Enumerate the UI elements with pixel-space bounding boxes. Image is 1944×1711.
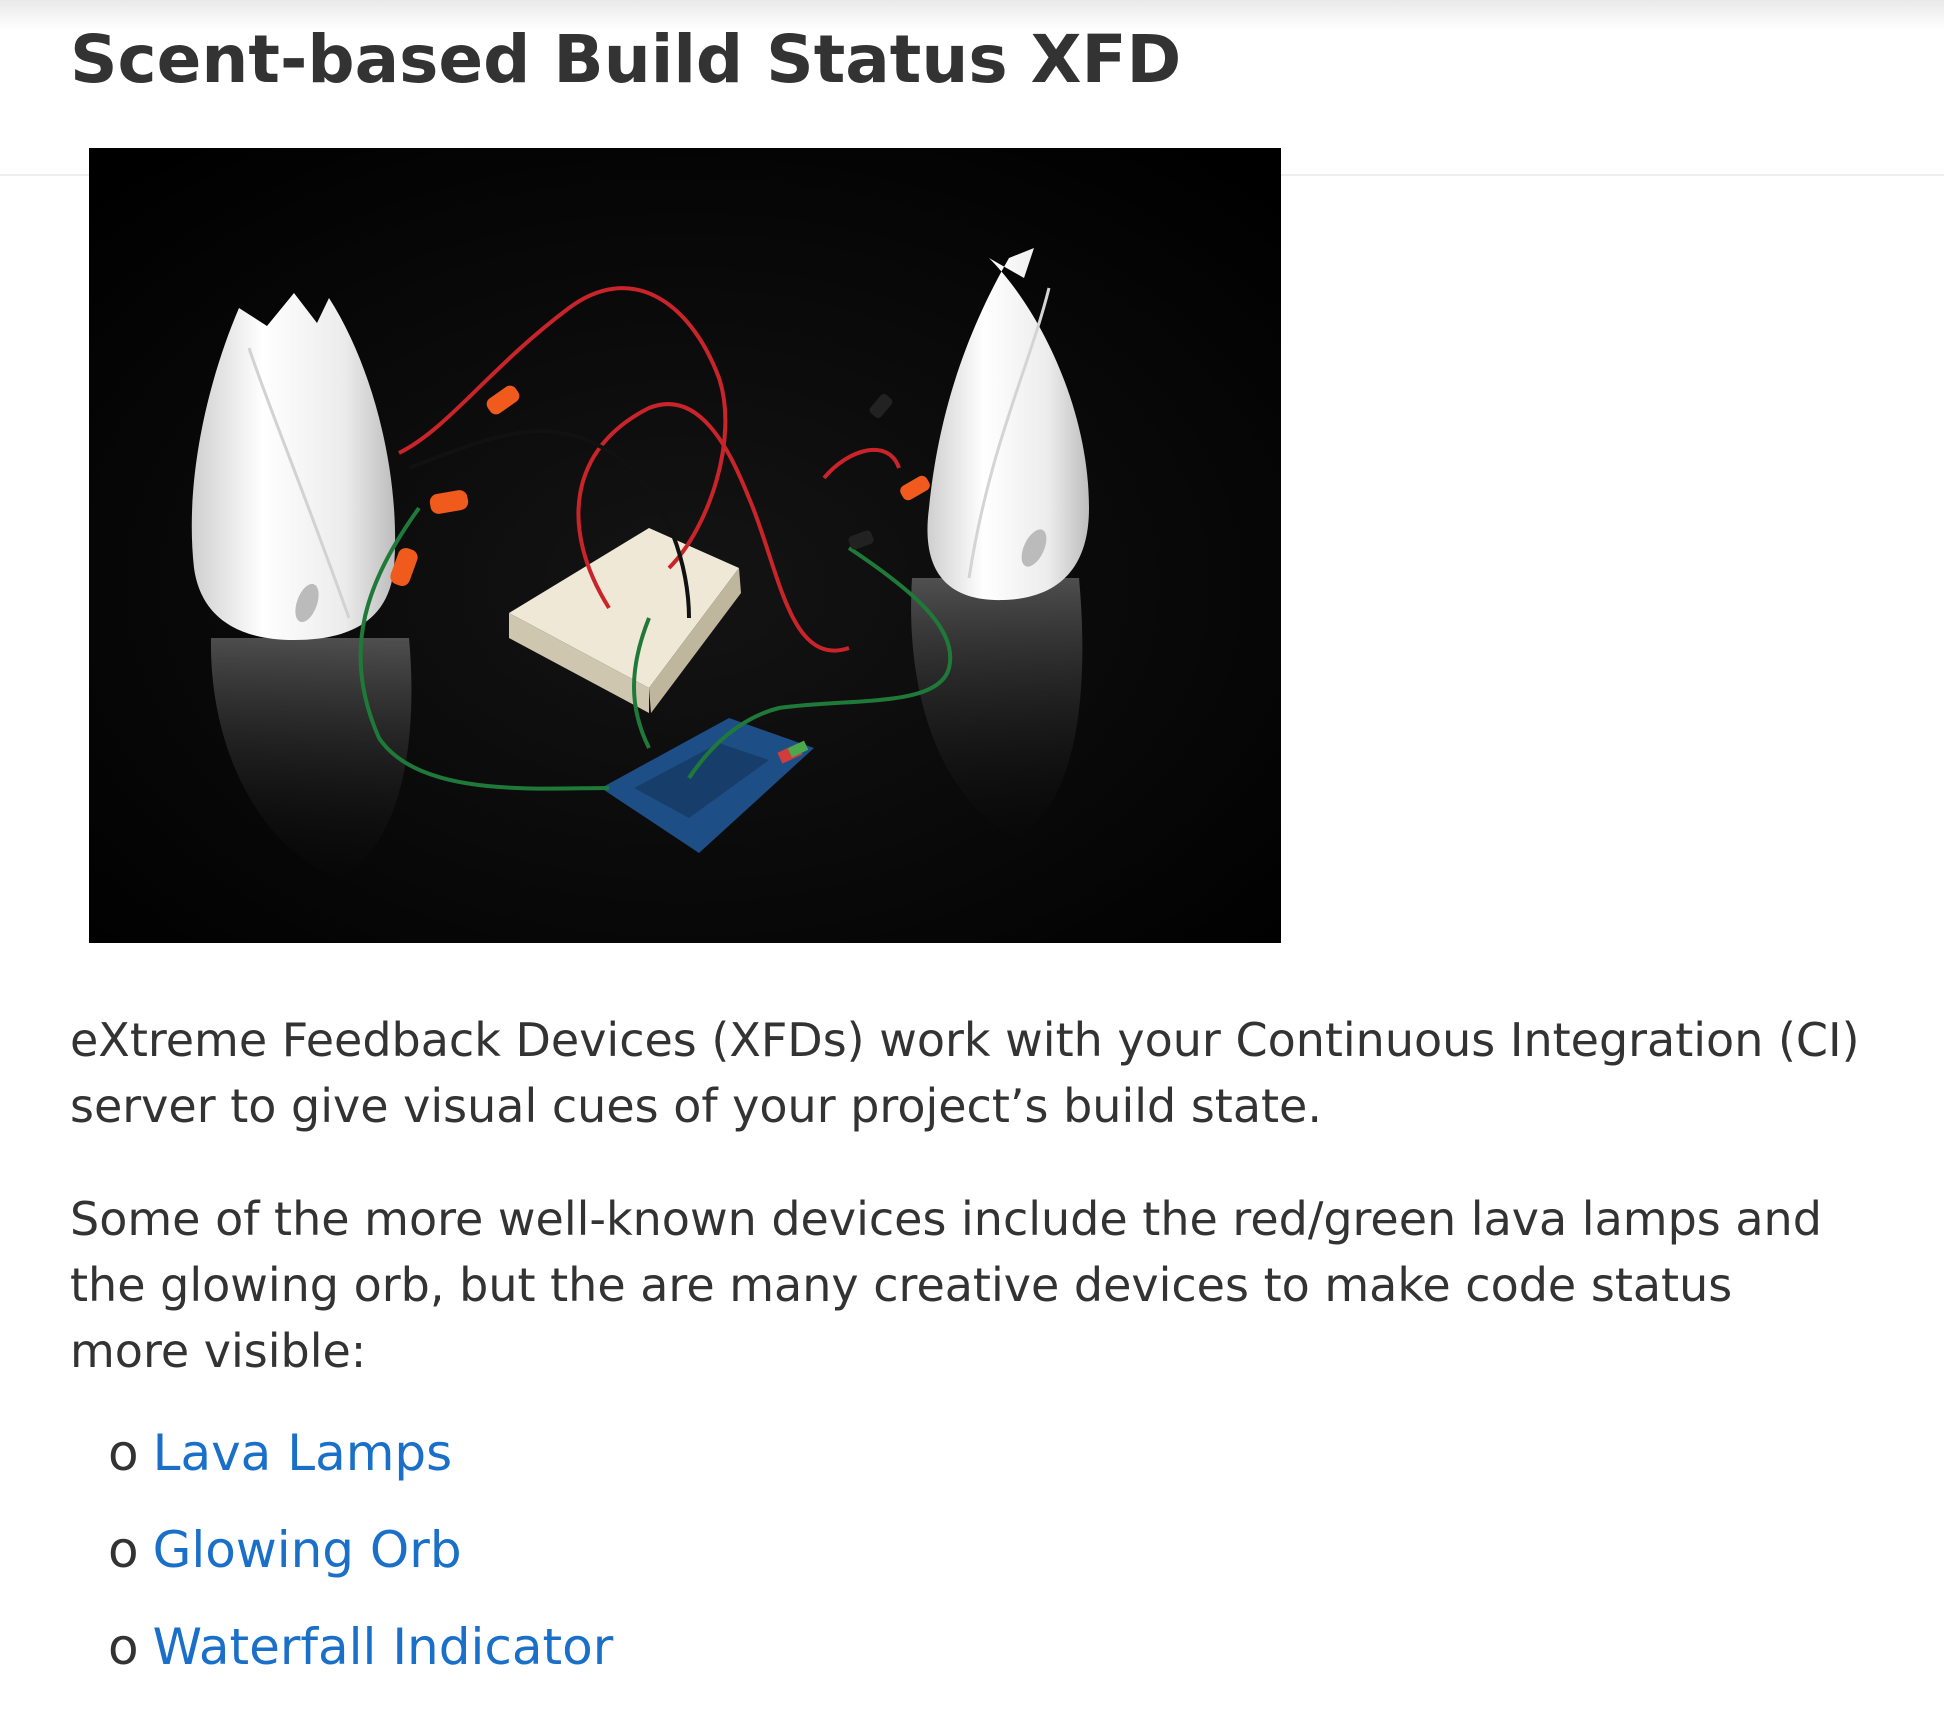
bullet-marker: o: [108, 1618, 139, 1676]
lava-lamps-link[interactable]: Lava Lamps: [153, 1424, 453, 1482]
device-list: o Lava Lamps o Glowing Orb o Waterfall Indi…: [108, 1420, 613, 1711]
list-item: o Glowing Orb: [108, 1517, 613, 1583]
devices-paragraph: Some of the more well-known devices incl…: [70, 1192, 1822, 1378]
list-item: o Lava Lamps: [108, 1420, 613, 1486]
intro-paragraph: eXtreme Feedback Devices (XFDs) work wit…: [70, 1013, 1860, 1133]
xfd-photo: [89, 148, 1281, 943]
waterfall-indicator-link[interactable]: Waterfall Indicator: [153, 1618, 614, 1676]
glowing-orb-link[interactable]: Glowing Orb: [153, 1521, 462, 1579]
page-title: Scent-based Build Status XFD: [70, 21, 1182, 98]
bullet-marker: o: [108, 1424, 139, 1482]
bullet-marker: o: [108, 1521, 139, 1579]
list-item: o Waterfall Indicator: [108, 1614, 613, 1680]
